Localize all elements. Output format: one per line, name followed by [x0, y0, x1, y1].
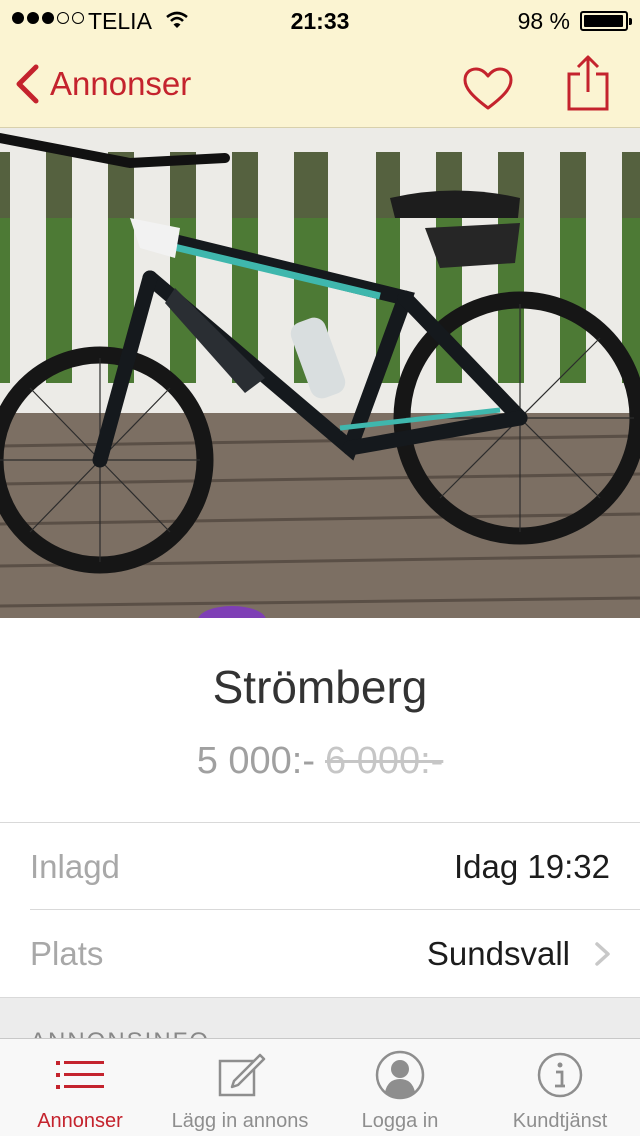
chevron-left-icon	[16, 64, 39, 104]
battery-level-fill	[584, 15, 624, 27]
detail-row-location[interactable]: Plats Sundsvall	[0, 911, 640, 997]
tab-label: Lägg in annons	[171, 1110, 309, 1132]
original-price: 6 000:-	[325, 740, 444, 782]
tab-lagg-in-annons[interactable]: Lägg in annons	[160, 1039, 320, 1136]
heart-icon[interactable]	[462, 66, 514, 112]
divider	[30, 909, 640, 910]
listing-title: Strömberg	[212, 661, 428, 713]
navigation-bar: Annonser	[0, 40, 640, 128]
listing-photo[interactable]	[0, 128, 640, 618]
back-button[interactable]: Annonser	[14, 60, 191, 108]
detail-label: Plats	[30, 935, 104, 972]
tab-kundtjanst[interactable]: Kundtjänst	[480, 1039, 640, 1136]
tab-label: Annonser	[37, 1110, 123, 1132]
tab-label: Kundtjänst	[512, 1110, 608, 1132]
detail-value: Sundsvall	[426, 935, 570, 972]
compose-icon	[218, 1053, 266, 1097]
status-bar: TELIA 21:33 98 %	[0, 0, 640, 40]
tab-bar: Annonser Lägg in annons Logga in Kundtjä…	[0, 1038, 640, 1136]
price-row: 5 000:- 6 000:-	[0, 740, 640, 783]
divider	[0, 822, 640, 823]
tab-logga-in[interactable]: Logga in	[320, 1039, 480, 1136]
user-icon	[375, 1050, 425, 1100]
back-button-label: Annonser	[50, 65, 192, 102]
detail-label: Inlagd	[30, 848, 120, 885]
detail-row-published: Inlagd Idag 19:32	[0, 824, 640, 910]
battery-percentage: 98 %	[517, 8, 570, 34]
share-icon[interactable]	[566, 54, 610, 112]
section-header-label: ANNONSINFO	[30, 1028, 210, 1038]
chevron-right-icon	[595, 942, 610, 966]
detail-value: Idag 19:32	[454, 848, 610, 885]
section-header: ANNONSINFO	[0, 998, 640, 1038]
tab-annonser[interactable]: Annonser	[0, 1039, 160, 1136]
battery-icon	[580, 11, 632, 31]
tab-label: Logga in	[361, 1110, 439, 1132]
current-price: 5 000:-	[196, 740, 315, 782]
info-icon	[537, 1052, 583, 1098]
list-icon	[56, 1061, 104, 1089]
